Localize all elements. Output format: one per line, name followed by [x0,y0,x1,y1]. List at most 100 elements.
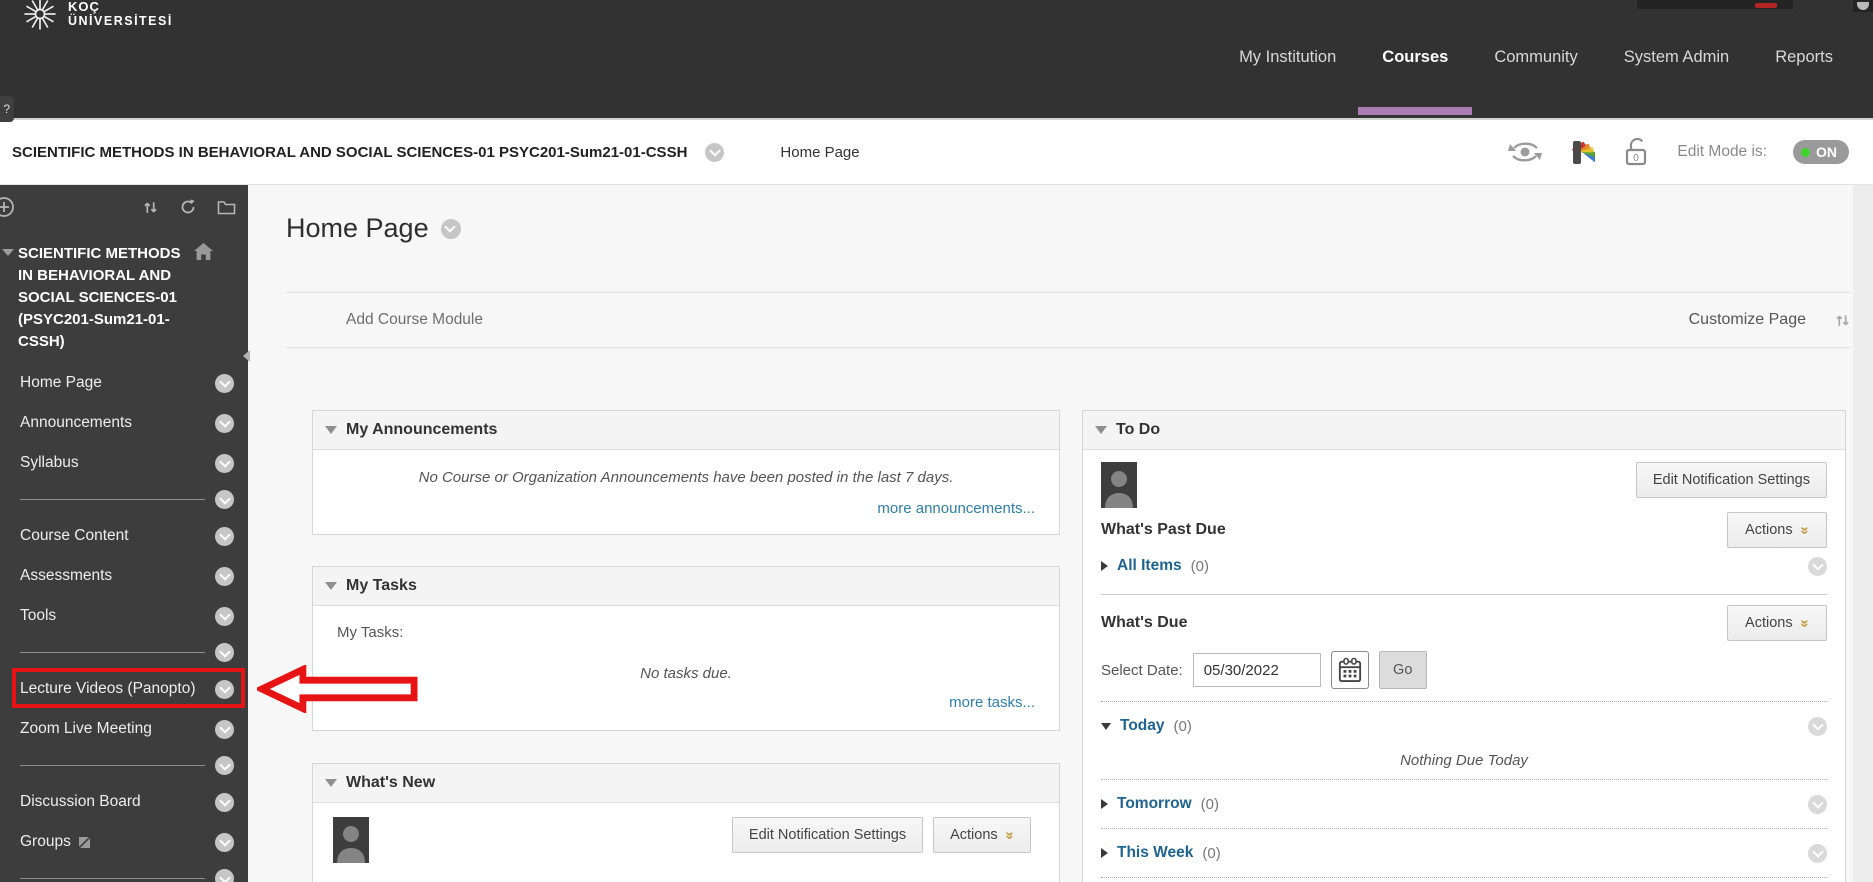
sidebar-item-zoom-live-meeting[interactable]: Zoom Live Meeting [0,709,248,749]
sidebar-item-discussion-board[interactable]: Discussion Board [0,782,248,822]
chevron-down-icon[interactable] [215,527,234,546]
sidebar-item-tools[interactable]: Tools [0,596,248,636]
chevron-down-icon[interactable] [215,414,234,433]
breadcrumb-course-title[interactable]: SCIENTIFIC METHODS IN BEHAVIORAL AND SOC… [12,144,687,161]
tab-community[interactable]: Community [1494,48,1577,67]
actions-label: Actions [1745,615,1793,631]
all-items-label[interactable]: All Items [1117,557,1182,575]
sidebar-item-label: Tools [20,607,215,625]
chevron-down-icon[interactable] [215,454,234,473]
gray-fragment [1857,2,1869,10]
sidebar-item-label: Announcements [20,414,215,432]
sidebar-item-home-page[interactable]: Home Page [0,363,248,403]
chevron-down-icon[interactable] [215,680,234,699]
actions-button[interactable]: Actions » [1727,605,1827,641]
chevron-down-icon[interactable] [215,756,234,775]
tomorrow-label[interactable]: Tomorrow [1117,795,1192,813]
chevron-down-icon[interactable] [215,643,234,662]
sidebar-item-syllabus[interactable]: Syllabus [0,443,248,483]
add-course-module-button[interactable]: Add Course Module [346,311,483,329]
whats-past-due-heading: What's Past Due [1101,521,1226,539]
add-menu-item-icon[interactable] [0,196,15,218]
theme-palette-icon[interactable] [1569,138,1595,166]
expand-triangle-icon[interactable] [1101,799,1108,809]
expand-triangle-icon[interactable] [1101,848,1108,858]
tab-system-admin[interactable]: System Admin [1624,48,1729,67]
all-items-row[interactable]: All Items (0) [1101,548,1827,584]
reorder-modules-icon[interactable] [1834,312,1851,329]
chevron-down-icon[interactable] [215,567,234,586]
chevron-down-icon[interactable] [215,490,234,509]
go-button[interactable]: Go [1379,651,1427,689]
chevron-down-icon[interactable] [215,374,234,393]
chevron-down-icon[interactable] [1808,795,1827,814]
more-announcements-link[interactable]: more announcements... [877,500,1035,517]
sidebar-collapse-handle[interactable] [243,350,250,362]
divider-line [20,652,205,653]
module-title: What's New [346,774,435,792]
chevron-down-icon[interactable] [1808,717,1827,736]
customize-page-button[interactable]: Customize Page [1689,311,1806,329]
university-logo[interactable]: KOÇ ÜNİVERSİTESİ [20,0,173,32]
collapse-module-icon[interactable] [325,779,337,787]
calendar-picker-button[interactable] [1331,651,1369,689]
chevron-down-icon[interactable] [441,219,461,239]
sidebar-item-groups[interactable]: Groups [0,822,248,862]
collapse-module-icon[interactable] [325,426,337,434]
chevron-down-icon[interactable] [1808,844,1827,863]
sidebar-divider [0,749,248,782]
actions-button[interactable]: Actions » [933,817,1031,853]
tab-my-institution[interactable]: My Institution [1239,48,1336,67]
edit-notification-settings-button[interactable]: Edit Notification Settings [1636,462,1827,498]
tab-courses[interactable]: Courses [1382,48,1448,67]
expand-triangle-icon[interactable] [1101,561,1108,571]
this-week-label[interactable]: This Week [1117,844,1193,862]
reorder-menu-icon[interactable] [142,199,159,216]
logo-line2: ÜNİVERSİTESİ [68,14,173,28]
refresh-menu-icon[interactable] [179,198,197,216]
actions-button[interactable]: Actions » [1727,512,1827,548]
edit-notification-settings-button[interactable]: Edit Notification Settings [732,817,923,853]
home-icon[interactable] [194,243,213,260]
chevron-down-icon[interactable] [215,607,234,626]
today-row[interactable]: Today (0) [1101,708,1827,744]
cutoff-admin-bar-fragment [1637,0,1793,9]
module-title: To Do [1116,421,1160,439]
folder-view-icon[interactable] [217,200,236,215]
tab-reports[interactable]: Reports [1775,48,1833,67]
sidebar-item-announcements[interactable]: Announcements [0,403,248,443]
chevron-down-icon[interactable] [215,720,234,739]
accessibility-help-tab[interactable]: ? [0,96,14,122]
actions-label: Actions [950,827,998,843]
course-breadcrumb-bar: SCIENTIFIC METHODS IN BEHAVIORAL AND SOC… [0,118,1873,185]
nothing-due-today-text: Nothing Due Today [1101,752,1827,769]
collapse-module-icon[interactable] [325,582,337,590]
sidebar-item-label: Home Page [20,374,215,392]
breadcrumb-page-label: Home Page [780,144,859,161]
sidebar-item-assessments[interactable]: Assessments [0,556,248,596]
student-preview-icon[interactable] [1507,139,1543,165]
sidebar-item-course-content[interactable]: Course Content [0,516,248,556]
today-label[interactable]: Today [1120,717,1165,735]
right-module-column: To Do Edit Notification Settings What's … [1082,410,1846,882]
chevron-down-icon[interactable] [215,869,234,882]
chevron-down-icon[interactable] [215,833,234,852]
collapse-module-icon[interactable] [1095,426,1107,434]
sidebar-item-lecture-videos-panopto[interactable]: Lecture Videos (Panopto) [0,669,248,709]
breadcrumb-controls: 0 Edit Mode is: ON [1507,137,1873,167]
tomorrow-row[interactable]: Tomorrow (0) [1101,786,1827,822]
chevron-down-icon[interactable] [705,143,724,162]
edit-lock-open-icon[interactable]: 0 [1621,137,1651,167]
date-input[interactable] [1193,653,1321,687]
more-tasks-link[interactable]: more tasks... [949,694,1035,711]
chevron-down-icon[interactable] [1808,557,1827,576]
collapse-triangle-icon[interactable] [2,249,14,256]
edit-mode-toggle[interactable]: ON [1793,140,1849,164]
divider-line [20,765,205,766]
edit-mode-label: Edit Mode is: [1677,143,1767,161]
collapse-triangle-icon[interactable] [1101,723,1111,730]
chevron-down-icon[interactable] [215,793,234,812]
sidebar-course-title[interactable]: SCIENTIFIC METHODS IN BEHAVIORAL AND SOC… [0,229,248,363]
this-week-row[interactable]: This Week (0) [1101,835,1827,871]
sidebar-divider [0,636,248,669]
